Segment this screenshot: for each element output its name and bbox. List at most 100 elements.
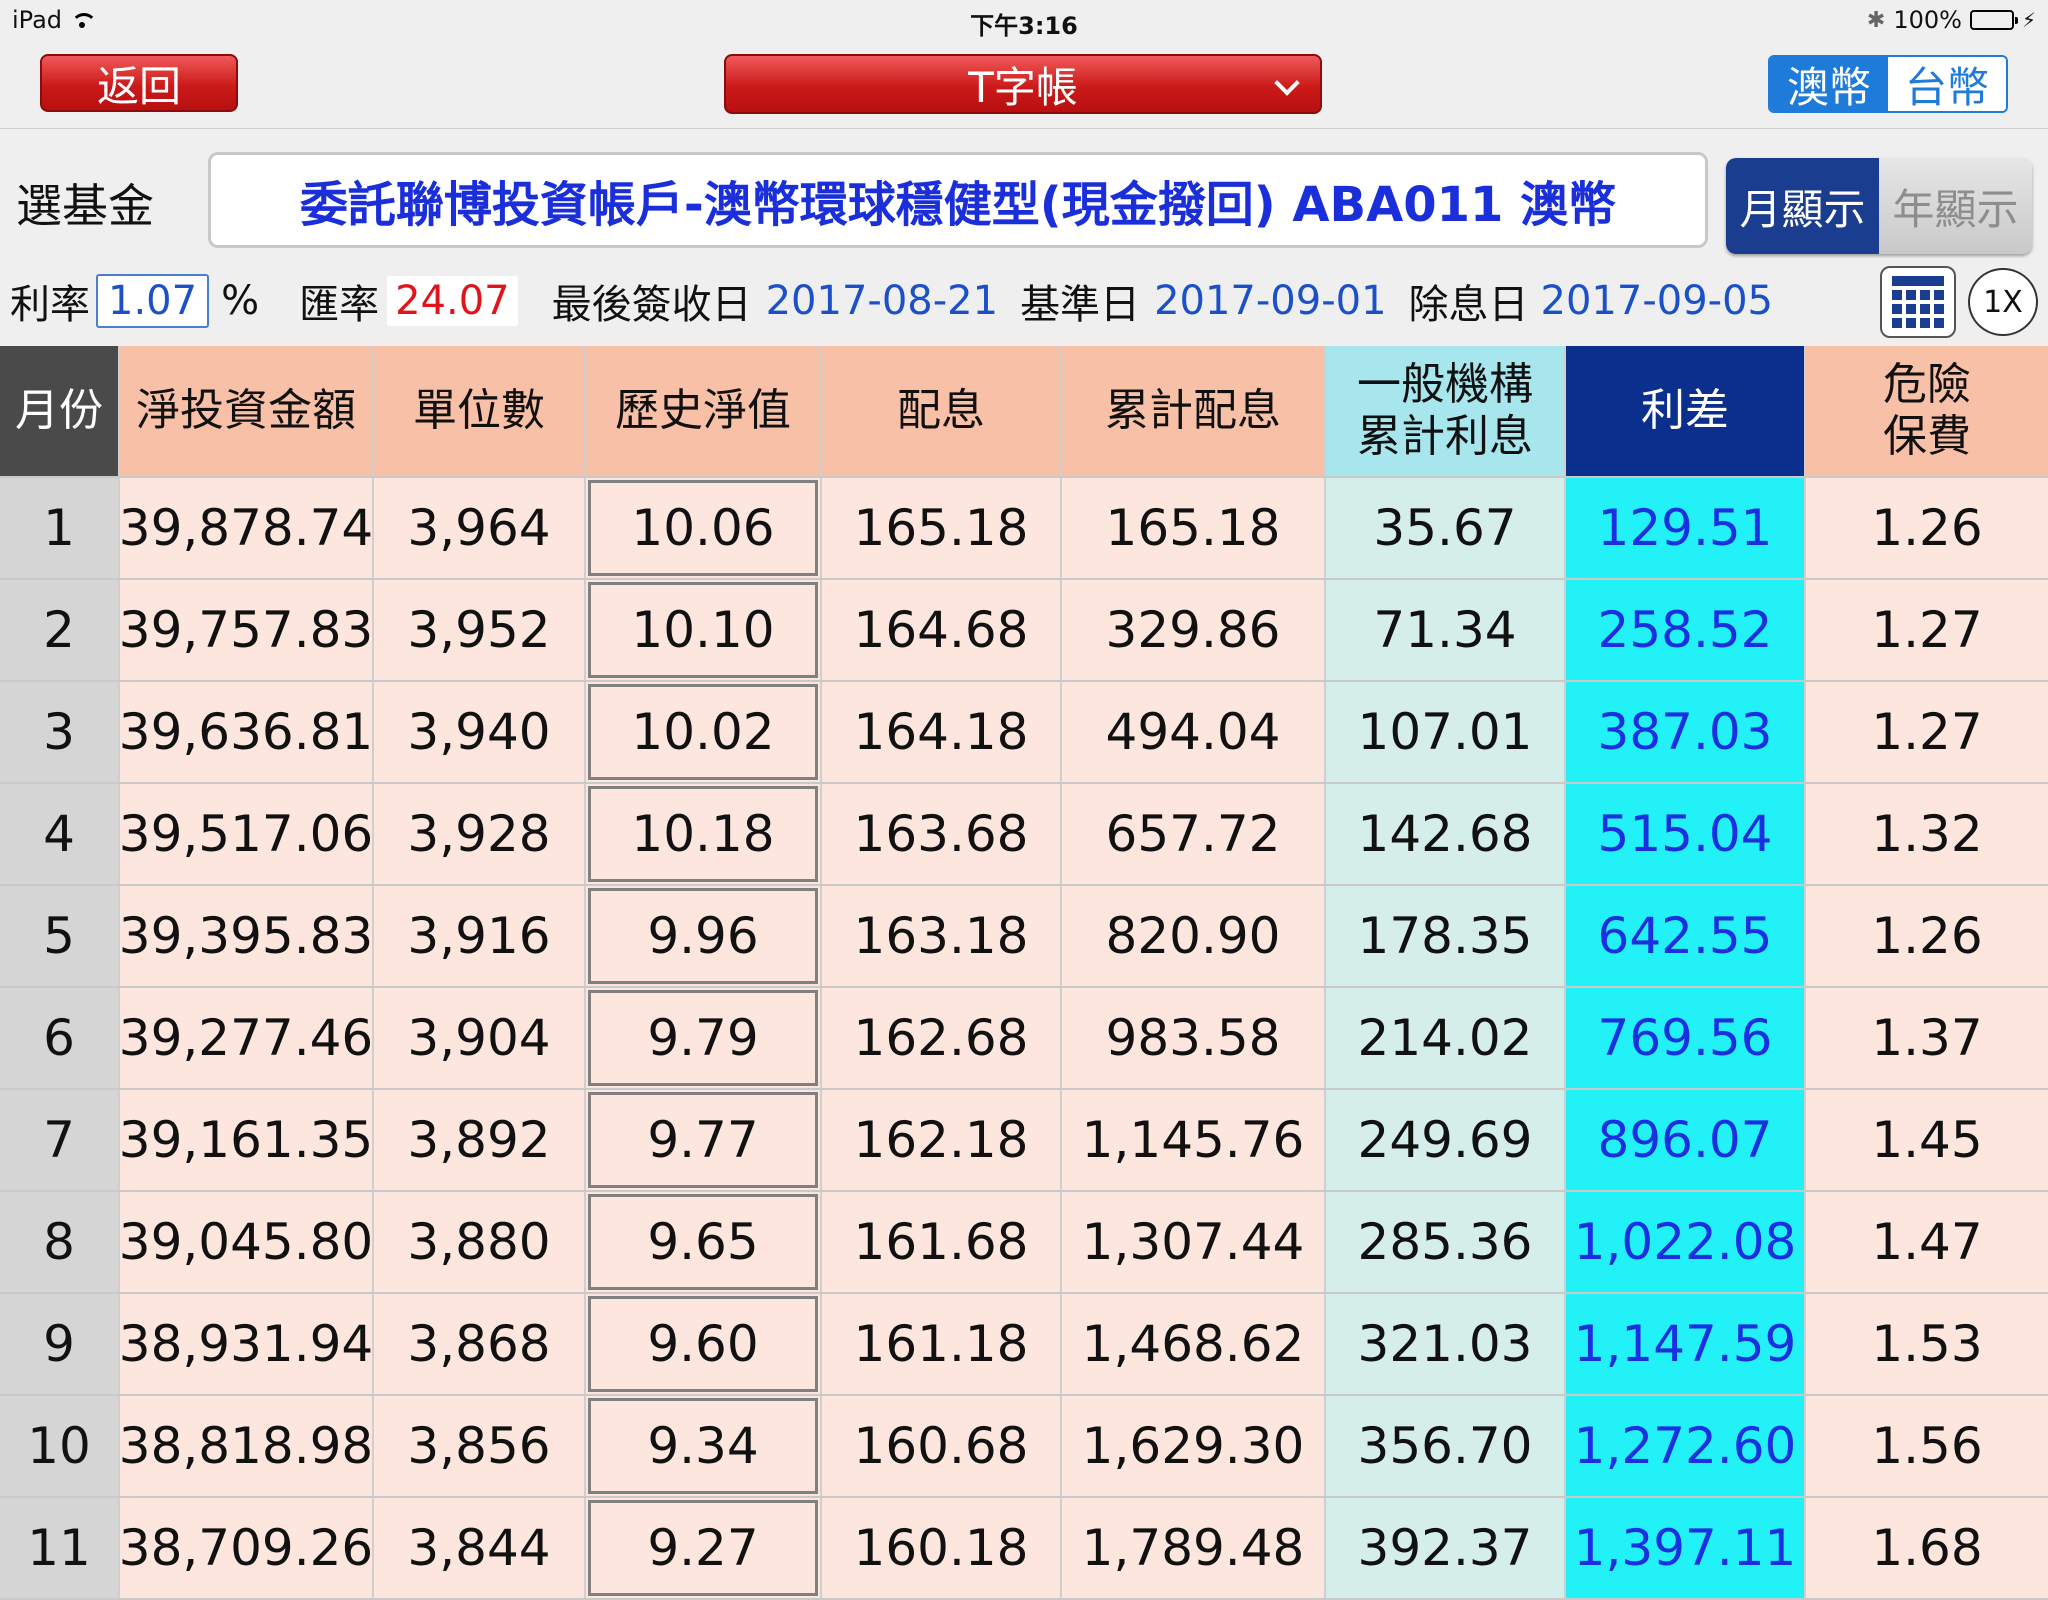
cell-dividend: 163.18	[822, 886, 1062, 986]
cell-risk-premium: 1.27	[1806, 580, 2048, 680]
table-row: 10 38,818.98 3,856 9.34 160.68 1,629.30 356.70…	[0, 1396, 2048, 1498]
cell-cum-interest: 392.37	[1326, 1498, 1566, 1598]
nav-history-input[interactable]: 9.65	[588, 1194, 818, 1290]
rate-input[interactable]: 1.07	[96, 274, 210, 328]
view-option-yearly[interactable]: 年顯示	[1879, 158, 2032, 254]
table-row: 6 39,277.46 3,904 9.79 162.68 983.58 214.02 769…	[0, 988, 2048, 1090]
currency-option-aud[interactable]: 澳幣	[1770, 57, 1888, 111]
cell-month: 1	[0, 478, 120, 578]
cell-cum-dividend: 1,307.44	[1062, 1192, 1326, 1292]
cell-spread: 1,272.60	[1566, 1396, 1806, 1496]
nav-history-input[interactable]: 9.77	[588, 1092, 818, 1188]
nav-history-input[interactable]: 10.06	[588, 480, 818, 576]
cell-net-investment: 39,395.83	[120, 886, 374, 986]
cell-spread: 642.55	[1566, 886, 1806, 986]
cell-spread: 896.07	[1566, 1090, 1806, 1190]
nav-history-input[interactable]: 9.79	[588, 990, 818, 1086]
cell-net-investment: 38,818.98	[120, 1396, 374, 1496]
cell-spread: 769.56	[1566, 988, 1806, 1088]
cell-cum-interest: 178.35	[1326, 886, 1566, 986]
cell-month: 9	[0, 1294, 120, 1394]
title-dropdown-label: T字帳	[968, 62, 1078, 112]
cell-units: 3,880	[374, 1192, 586, 1292]
cell-spread: 387.03	[1566, 682, 1806, 782]
cell-month: 3	[0, 682, 120, 782]
cell-nav-history[interactable]: 9.96	[586, 886, 822, 986]
table-row: 9 38,931.94 3,868 9.60 161.18 1,468.62 321.03 1…	[0, 1294, 2048, 1396]
nav-history-input[interactable]: 9.27	[588, 1500, 818, 1596]
table-row: 5 39,395.83 3,916 9.96 163.18 820.90 178.35 642…	[0, 886, 2048, 988]
nav-history-input[interactable]: 9.96	[588, 888, 818, 984]
zoom-button[interactable]: 1X	[1968, 268, 2038, 336]
cell-dividend: 160.18	[822, 1498, 1062, 1598]
charging-icon: ⚡	[2021, 8, 2036, 32]
cell-cum-dividend: 983.58	[1062, 988, 1326, 1088]
nav-history-input[interactable]: 10.10	[588, 582, 818, 678]
cell-month: 7	[0, 1090, 120, 1190]
cell-nav-history[interactable]: 9.60	[586, 1294, 822, 1394]
cell-dividend: 164.18	[822, 682, 1062, 782]
cell-cum-interest: 107.01	[1326, 682, 1566, 782]
cell-nav-history[interactable]: 10.02	[586, 682, 822, 782]
cell-nav-history[interactable]: 9.79	[586, 988, 822, 1088]
t-account-table: 月份 淨投資金額 單位數 歷史淨值 配息 累計配息 一般機構 累計利息 利差 危…	[0, 346, 2048, 1600]
title-dropdown[interactable]: T字帳	[724, 54, 1322, 114]
currency-toggle: 澳幣 台幣	[1768, 55, 2008, 113]
nav-history-input[interactable]: 9.60	[588, 1296, 818, 1392]
cell-nav-history[interactable]: 9.77	[586, 1090, 822, 1190]
back-button[interactable]: 返回	[40, 54, 238, 112]
currency-option-twd[interactable]: 台幣	[1888, 57, 2006, 111]
cell-risk-premium: 1.53	[1806, 1294, 2048, 1394]
cell-month: 5	[0, 886, 120, 986]
cell-dividend: 163.68	[822, 784, 1062, 884]
nav-history-input[interactable]: 10.18	[588, 786, 818, 882]
cell-spread: 258.52	[1566, 580, 1806, 680]
status-bar: iPad 下午3:16 ✱ 100% ⚡	[0, 0, 2048, 40]
cell-nav-history[interactable]: 10.06	[586, 478, 822, 578]
cell-cum-dividend: 1,468.62	[1062, 1294, 1326, 1394]
cell-risk-premium: 1.32	[1806, 784, 2048, 884]
cell-risk-premium: 1.56	[1806, 1396, 2048, 1496]
cell-month: 11	[0, 1498, 120, 1598]
cell-spread: 1,397.11	[1566, 1498, 1806, 1598]
cell-nav-history[interactable]: 9.34	[586, 1396, 822, 1496]
table-row: 2 39,757.83 3,952 10.10 164.68 329.86 71.34 258…	[0, 580, 2048, 682]
cell-units: 3,964	[374, 478, 586, 578]
cell-nav-history[interactable]: 9.65	[586, 1192, 822, 1292]
cell-net-investment: 38,931.94	[120, 1294, 374, 1394]
cell-month: 2	[0, 580, 120, 680]
last-sign-label: 最後簽收日	[551, 282, 752, 328]
cell-spread: 1,147.59	[1566, 1294, 1806, 1394]
view-option-monthly[interactable]: 月顯示	[1726, 158, 1879, 254]
cell-risk-premium: 1.27	[1806, 682, 2048, 782]
cell-month: 8	[0, 1192, 120, 1292]
cell-cum-dividend: 1,145.76	[1062, 1090, 1326, 1190]
cell-cum-interest: 321.03	[1326, 1294, 1566, 1394]
cell-dividend: 165.18	[822, 478, 1062, 578]
calculator-icon[interactable]	[1880, 266, 1956, 338]
fund-selector[interactable]: 委託聯博投資帳戶-澳幣環球穩健型(現金撥回) ABA011 澳幣	[208, 152, 1708, 248]
cell-spread: 129.51	[1566, 478, 1806, 578]
cell-nav-history[interactable]: 10.10	[586, 580, 822, 680]
nav-history-input[interactable]: 10.02	[588, 684, 818, 780]
fund-label: 選基金	[16, 179, 154, 233]
status-right: ✱ 100% ⚡	[1867, 6, 2036, 34]
cell-units: 3,928	[374, 784, 586, 884]
cell-risk-premium: 1.45	[1806, 1090, 2048, 1190]
cell-dividend: 160.68	[822, 1396, 1062, 1496]
base-date-value: 2017-09-01	[1154, 278, 1387, 324]
header-units: 單位數	[374, 346, 586, 476]
fx-label: 匯率	[299, 282, 380, 328]
battery-percent: 100%	[1893, 6, 1962, 34]
exdiv-date-value: 2017-09-05	[1540, 278, 1773, 324]
header-spread: 利差	[1566, 346, 1806, 476]
cell-nav-history[interactable]: 10.18	[586, 784, 822, 884]
cell-units: 3,952	[374, 580, 586, 680]
cell-month: 4	[0, 784, 120, 884]
cell-nav-history[interactable]: 9.27	[586, 1498, 822, 1598]
header-cum-interest: 一般機構 累計利息	[1326, 346, 1566, 476]
cell-cum-dividend: 1,789.48	[1062, 1498, 1326, 1598]
table-row: 3 39,636.81 3,940 10.02 164.18 494.04 107.01 38…	[0, 682, 2048, 784]
nav-history-input[interactable]: 9.34	[588, 1398, 818, 1494]
header-month: 月份	[0, 346, 120, 476]
